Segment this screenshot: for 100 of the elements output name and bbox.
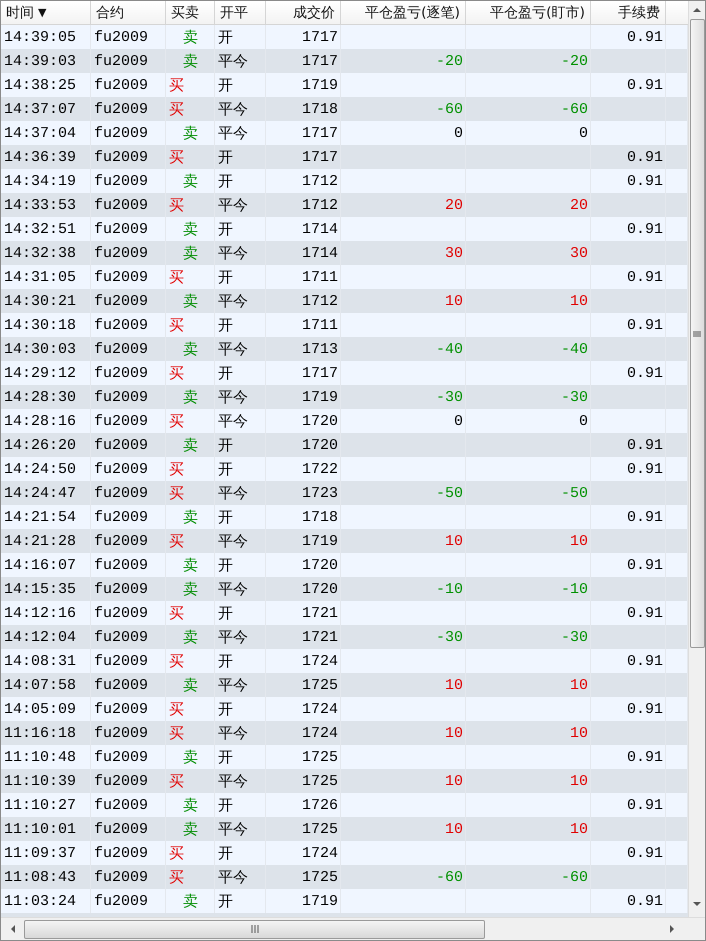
contract-cell: fu2009	[94, 172, 148, 190]
side-cell: 卖	[183, 628, 198, 646]
pnl-cell: -30	[436, 388, 463, 406]
table-row[interactable]: 14:30:03 fu2009 卖 平今 1713 -40 -40	[1, 337, 688, 361]
time-cell: 14:32:51	[4, 220, 76, 238]
time-cell: 14:28:16	[4, 412, 76, 430]
contract-cell: fu2009	[94, 76, 148, 94]
side-cell: 卖	[183, 436, 198, 454]
side-cell: 买	[169, 700, 184, 718]
table-row[interactable]: 14:08:31 fu2009 买 开 1724 0.91	[1, 649, 688, 673]
table-row[interactable]: 14:39:03 fu2009 卖 平今 1717 -20 -20	[1, 49, 688, 73]
table-row[interactable]: 14:12:04 fu2009 卖 平今 1721 -30 -30	[1, 625, 688, 649]
pnl-cell: 10	[570, 820, 588, 838]
time-cell: 14:26:20	[4, 436, 76, 454]
table-row[interactable]: 14:39:05 fu2009 卖 开 1717 0.91	[1, 25, 688, 49]
scrollbar-thumb[interactable]	[690, 19, 704, 648]
table-row[interactable]: 14:36:39 fu2009 买 开 1717 0.91	[1, 145, 688, 169]
table-row[interactable]: 14:24:47 fu2009 买 平今 1723 -50 -50	[1, 481, 688, 505]
table-row[interactable]: 14:15:35 fu2009 卖 平今 1720 -10 -10	[1, 577, 688, 601]
contract-cell: fu2009	[94, 436, 148, 454]
table-row[interactable]: 14:28:30 fu2009 卖 平今 1719 -30 -30	[1, 385, 688, 409]
column-header[interactable]: 时间	[6, 4, 34, 22]
open-close-cell: 平今	[218, 532, 248, 550]
table-row[interactable]: 14:12:16 fu2009 买 开 1721 0.91	[1, 601, 688, 625]
table-row[interactable]: 14:37:07 fu2009 买 平今 1718 -60 -60	[1, 97, 688, 121]
price-cell: 1712	[302, 196, 338, 214]
pnl-cell: 10	[570, 532, 588, 550]
table-row[interactable]: 14:21:54 fu2009 卖 开 1718 0.91	[1, 505, 688, 529]
side-cell: 卖	[183, 820, 198, 838]
pnl-cell: 0	[454, 412, 463, 430]
pnl-cell: -10	[560, 580, 588, 598]
table-row[interactable]: 11:10:01 fu2009 卖 平今 1725 10 10	[1, 817, 688, 841]
table-row[interactable]: 14:28:16 fu2009 买 平今 1720 0 0	[1, 409, 688, 433]
time-cell: 14:32:38	[4, 244, 76, 262]
table-row[interactable]: 14:21:28 fu2009 买 平今 1719 10 10	[1, 529, 688, 553]
table-row[interactable]: 14:16:07 fu2009 卖 开 1720 0.91	[1, 553, 688, 577]
open-close-cell: 开	[218, 700, 233, 718]
table-row[interactable]: 14:05:09 fu2009 买 开 1724 0.91	[1, 697, 688, 721]
fee-cell: 0.91	[626, 556, 663, 574]
column-header[interactable]: 成交价	[293, 4, 335, 22]
fee-cell: 0.91	[626, 172, 663, 190]
side-cell: 买	[169, 532, 184, 550]
contract-cell: fu2009	[94, 52, 148, 70]
time-cell: 11:03:24	[4, 892, 76, 910]
column-header[interactable]: 平仓盈亏(盯市)	[490, 4, 585, 22]
fee-cell: 0.91	[626, 796, 663, 814]
open-close-cell: 平今	[218, 412, 248, 430]
column-header[interactable]: 买卖	[171, 4, 199, 22]
contract-cell: fu2009	[94, 748, 148, 766]
scrollbar-thumb[interactable]	[24, 920, 485, 938]
scroll-right-icon[interactable]	[667, 924, 677, 934]
open-close-cell: 开	[218, 28, 233, 46]
contract-cell: fu2009	[94, 628, 148, 646]
side-cell: 卖	[183, 340, 198, 358]
table-row[interactable]: 14:38:25 fu2009 买 开 1719 0.91	[1, 73, 688, 97]
table-row[interactable]: 11:10:27 fu2009 卖 开 1726 0.91	[1, 793, 688, 817]
open-close-cell: 平今	[218, 388, 248, 406]
time-cell: 14:39:05	[4, 28, 76, 46]
table-row[interactable]: 14:24:50 fu2009 买 开 1722 0.91	[1, 457, 688, 481]
price-cell: 1719	[302, 892, 338, 910]
price-cell: 1720	[302, 412, 338, 430]
column-header[interactable]: 平仓盈亏(逐笔)	[365, 4, 460, 22]
table-row[interactable]: 14:29:12 fu2009 买 开 1717 0.91	[1, 361, 688, 385]
price-cell: 1712	[302, 292, 338, 310]
table-row[interactable]: 11:16:18 fu2009 买 平今 1724 10 10	[1, 721, 688, 745]
pnl-cell: -20	[436, 52, 463, 70]
table-row[interactable]: 11:03:24 fu2009 卖 开 1719 0.91	[1, 889, 688, 913]
column-header[interactable]: 开平	[220, 4, 248, 22]
table-row[interactable]: 14:30:21 fu2009 卖 平今 1712 10 10	[1, 289, 688, 313]
table-row[interactable]: 11:08:43 fu2009 买 平今 1725 -60 -60	[1, 865, 688, 889]
column-header[interactable]: 合约	[96, 4, 124, 22]
price-cell: 1724	[302, 700, 338, 718]
table-row[interactable]: 14:26:20 fu2009 卖 开 1720 0.91	[1, 433, 688, 457]
column-header[interactable]: 手续费	[618, 4, 660, 22]
time-cell: 11:08:43	[4, 868, 76, 886]
price-cell: 1725	[302, 868, 338, 886]
table-row[interactable]: 14:32:51 fu2009 卖 开 1714 0.91	[1, 217, 688, 241]
table-row[interactable]: 14:34:19 fu2009 卖 开 1712 0.91	[1, 169, 688, 193]
table-row[interactable]: 11:09:37 fu2009 买 开 1724 0.91	[1, 841, 688, 865]
sort-indicator[interactable]: ▼	[38, 6, 46, 19]
contract-cell: fu2009	[94, 820, 148, 838]
pnl-cell: -60	[436, 100, 463, 118]
table-row[interactable]: 14:30:18 fu2009 买 开 1711 0.91	[1, 313, 688, 337]
table-row[interactable]: 14:31:05 fu2009 买 开 1711 0.91	[1, 265, 688, 289]
table-row[interactable]: 11:10:48 fu2009 卖 开 1725 0.91	[1, 745, 688, 769]
time-cell: 14:29:12	[4, 364, 76, 382]
time-cell: 14:05:09	[4, 700, 76, 718]
table-row[interactable]: 14:37:04 fu2009 卖 平今 1717 0 0	[1, 121, 688, 145]
table-row[interactable]: 11:10:39 fu2009 买 平今 1725 10 10	[1, 769, 688, 793]
scroll-down-icon[interactable]	[692, 899, 702, 909]
price-cell: 1717	[302, 52, 338, 70]
table-row[interactable]: 14:33:53 fu2009 买 平今 1712 20 20	[1, 193, 688, 217]
contract-cell: fu2009	[94, 412, 148, 430]
table-row[interactable]: 14:32:38 fu2009 卖 平今 1714 30 30	[1, 241, 688, 265]
scroll-up-icon[interactable]	[692, 5, 702, 15]
time-cell: 14:36:39	[4, 148, 76, 166]
pnl-cell: -50	[560, 484, 588, 502]
table-row[interactable]: 14:07:58 fu2009 卖 平今 1725 10 10	[1, 673, 688, 697]
pnl-cell: -50	[436, 484, 463, 502]
open-close-cell: 开	[218, 172, 233, 190]
